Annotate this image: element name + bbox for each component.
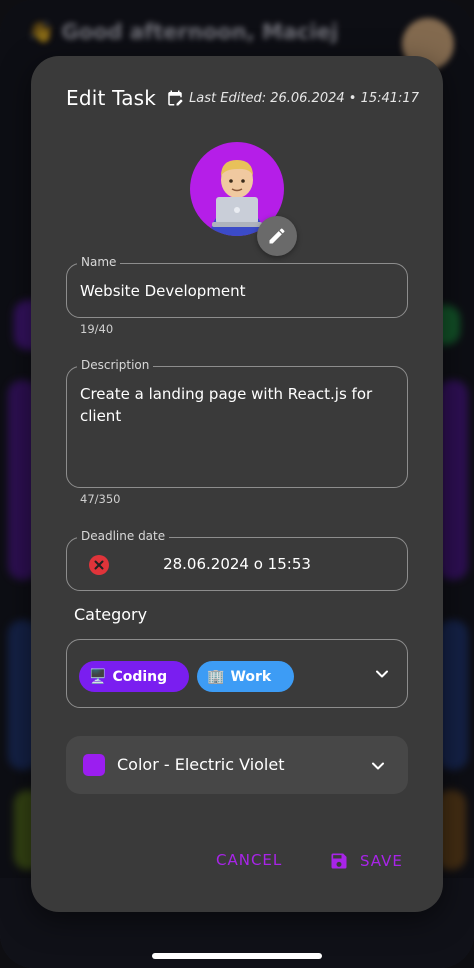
save-label: SAVE [360, 852, 403, 870]
color-select[interactable]: Color - Electric Violet [66, 736, 408, 794]
task-avatar[interactable] [190, 142, 297, 256]
save-icon [331, 853, 347, 869]
name-field[interactable]: Name Website Development [66, 255, 408, 318]
chevron-down-icon[interactable] [375, 667, 389, 681]
dialog-header: Edit Task Last Edited: 26.06.2024 • 15:4… [66, 86, 419, 110]
category-title: Category [74, 605, 148, 624]
last-edited-text: Last Edited: 26.06.2024 • 15:41:17 [189, 90, 419, 106]
cancel-label: CANCEL [216, 851, 283, 869]
cancel-button[interactable]: CANCEL [216, 851, 282, 869]
name-counter: 19/40 [80, 322, 114, 336]
chevron-down-icon[interactable] [371, 759, 385, 773]
office-building-icon: 🏢 [207, 668, 225, 685]
save-button[interactable]: SAVE [329, 851, 403, 871]
edit-avatar-button[interactable] [257, 216, 297, 256]
deadline-value[interactable]: 28.06.2024 o 15:53 [67, 553, 407, 575]
dialog-title: Edit Task [66, 86, 157, 110]
color-label: Color - Electric Violet [117, 755, 285, 774]
category-select[interactable]: 🖥️ Coding 🏢 Work [66, 639, 408, 708]
description-field[interactable]: Description Create a landing page with R… [66, 358, 408, 488]
category-chip-work[interactable]: 🏢 Work [197, 661, 294, 692]
home-indicator [152, 953, 322, 959]
description-counter: 47/350 [80, 492, 121, 506]
chip-label: Coding [112, 668, 168, 685]
pencil-icon [269, 228, 285, 244]
deadline-field[interactable]: Deadline date 28.06.2024 o 15:53 [66, 529, 408, 591]
description-input[interactable]: Create a landing page with React.js for … [80, 383, 400, 427]
chip-label: Work [230, 668, 272, 685]
color-swatch [83, 754, 105, 776]
calendar-edit-icon [168, 90, 183, 106]
description-label: Description [77, 358, 154, 372]
category-chip-coding[interactable]: 🖥️ Coding [79, 661, 189, 692]
edit-task-dialog: Edit Task Last Edited: 26.06.2024 • 15:4… [31, 56, 443, 912]
deadline-label: Deadline date [77, 529, 170, 543]
name-input[interactable]: Website Development [80, 280, 246, 302]
name-label: Name [77, 255, 121, 269]
desktop-icon: 🖥️ [89, 668, 107, 685]
